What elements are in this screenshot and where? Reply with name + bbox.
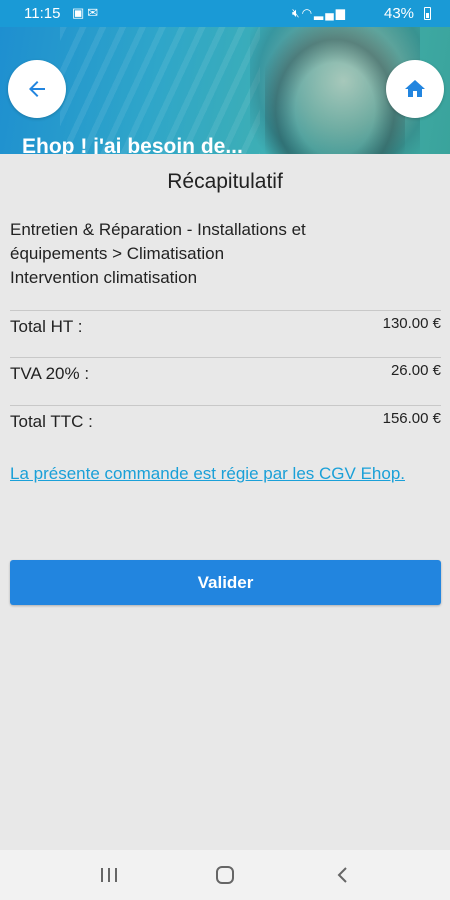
back-chevron-icon[interactable] [335, 866, 351, 884]
image-icon: ▣ [72, 5, 88, 20]
total-ttc-label: Total TTC : [10, 412, 93, 431]
header-title: Ehop ! j'ai besoin de... [22, 135, 243, 154]
total-ht-row: Total HT : 130.00 € [10, 310, 441, 356]
battery-icon [424, 7, 431, 20]
signal-icon: ▂▄▆ [314, 6, 348, 20]
total-ttc-row: Total TTC : 156.00 € [10, 405, 441, 451]
status-bar: 11:15 ▣✉ 🔇︎◠▂▄▆ 43% [0, 0, 450, 27]
wifi-icon: ◠ [301, 6, 315, 20]
notification-icons: ▣✉ [72, 5, 101, 21]
total-ht-label: Total HT : [10, 317, 83, 336]
service-category-line1: Entretien & Réparation - Installations e… [10, 220, 306, 239]
total-ttc-value: 156.00 € [382, 410, 441, 427]
home-circle-icon[interactable] [215, 866, 235, 884]
battery-percentage: 43% [384, 5, 415, 22]
vat-label: TVA 20% : [10, 364, 90, 383]
vat-value: 26.00 € [390, 362, 441, 379]
cgv-link[interactable]: La présente commande est régie par les C… [10, 462, 430, 485]
service-category-line2: équipements > Climatisation [10, 244, 225, 263]
page-title: Récapitulatif [167, 170, 283, 193]
home-icon [405, 80, 425, 97]
recent-apps-icon[interactable] [99, 866, 119, 884]
vat-row: TVA 20% : 26.00 € [10, 357, 441, 403]
header-banner: Ehop ! j'ai besoin de... [0, 27, 450, 154]
validate-button[interactable]: Valider [10, 560, 441, 605]
system-navigation-bar [0, 850, 450, 900]
back-button[interactable] [8, 60, 66, 118]
service-name: Intervention climatisation [10, 268, 198, 287]
mail-icon: ✉ [87, 5, 102, 20]
banner-photo-shadow [265, 27, 405, 154]
mute-icon: 🔇︎ [292, 6, 302, 20]
home-button[interactable] [386, 60, 444, 118]
status-time: 11:15 [24, 5, 61, 22]
total-ht-value: 130.00 € [382, 315, 441, 332]
system-icons: 🔇︎◠▂▄▆ [292, 6, 347, 21]
service-description: Entretien & Réparation - Installations e… [10, 218, 410, 290]
arrow-left-icon [29, 81, 45, 97]
